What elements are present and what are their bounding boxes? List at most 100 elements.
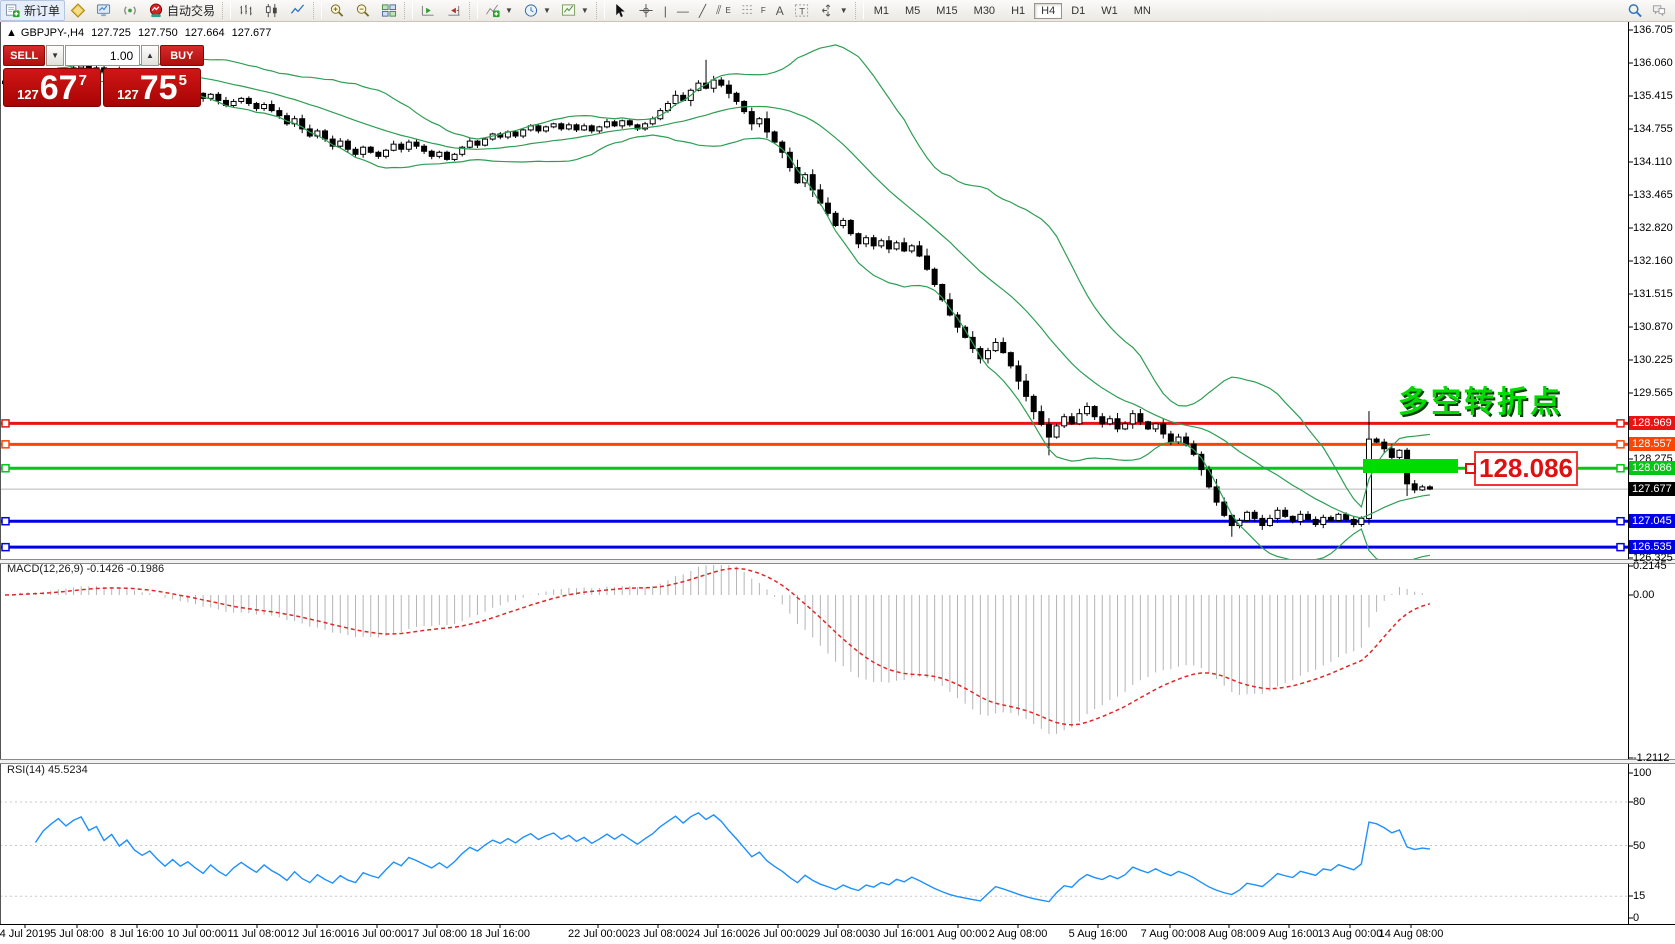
signal-icon bbox=[122, 3, 138, 18]
volume-decrease-button[interactable]: ▼ bbox=[46, 45, 63, 66]
horizontal-line-tool-button[interactable]: — bbox=[672, 0, 694, 21]
vertical-line-icon: | bbox=[664, 4, 667, 18]
auto-trading-icon bbox=[148, 3, 164, 18]
cursor-icon bbox=[612, 3, 628, 18]
search-icon[interactable] bbox=[1627, 3, 1643, 18]
candlestick-chart-button[interactable] bbox=[259, 0, 285, 21]
timeframe-button-M15[interactable]: M15 bbox=[929, 3, 964, 19]
bar-chart-button[interactable] bbox=[233, 0, 259, 21]
bar-chart-icon bbox=[238, 3, 254, 18]
bid-price-main: 127 bbox=[17, 87, 39, 102]
toolbar-separator bbox=[469, 2, 478, 19]
channel-sub-label: E bbox=[726, 6, 731, 15]
toolbar-separator bbox=[313, 2, 322, 19]
auto-trading-label: 自动交易 bbox=[167, 2, 215, 19]
mt4-window: 新订单 自动交易 ▼ ▼ ▼ | — ╱ bbox=[0, 0, 1675, 944]
volume-input[interactable]: 1.00 bbox=[65, 45, 140, 66]
label-tool-button[interactable]: T bbox=[789, 0, 815, 21]
pane-splitter-rsi[interactable] bbox=[0, 759, 1675, 764]
terminal-button[interactable] bbox=[91, 0, 117, 21]
horizontal-line-icon: — bbox=[677, 4, 689, 18]
volume-increase-button[interactable]: ▲ bbox=[141, 45, 158, 66]
pane-splitter-macd[interactable] bbox=[0, 559, 1675, 564]
timeframe-button-H1[interactable]: H1 bbox=[1004, 3, 1032, 19]
chart-shift-icon bbox=[420, 3, 436, 18]
timeframe-button-M30[interactable]: M30 bbox=[967, 3, 1002, 19]
channel-tool-button[interactable]: ⫽E bbox=[711, 0, 736, 21]
direction-up-icon: ▲ bbox=[6, 27, 17, 39]
templates-button[interactable]: ▼ bbox=[556, 0, 594, 21]
zoom-in-icon bbox=[329, 3, 345, 18]
ask-price-button[interactable]: 127 75 5 bbox=[103, 68, 201, 107]
new-order-label: 新订单 bbox=[24, 2, 60, 19]
template-icon bbox=[561, 3, 577, 18]
timeframe-button-M5[interactable]: M5 bbox=[898, 3, 927, 19]
line-chart-icon bbox=[290, 3, 306, 18]
zoom-out-button[interactable] bbox=[350, 0, 376, 21]
chinese-annotation: 多空转折点 bbox=[1398, 377, 1563, 421]
auto-trading-button[interactable]: 自动交易 bbox=[143, 0, 220, 21]
one-click-trading-panel: SELL ▼ 1.00 ▲ BUY 127 67 7 127 75 5 bbox=[3, 45, 204, 107]
ask-price-main: 127 bbox=[117, 87, 139, 102]
trendline-icon: ╱ bbox=[699, 4, 706, 18]
line-chart-button[interactable] bbox=[285, 0, 311, 21]
timeframe-group: M1M5M15M30H1H4D1W1MN bbox=[866, 3, 1159, 19]
signals-button[interactable] bbox=[117, 0, 143, 21]
new-order-icon bbox=[5, 3, 21, 18]
toolbar-separator bbox=[404, 2, 413, 19]
chevron-down-icon: ▼ bbox=[581, 6, 589, 15]
tile-windows-button[interactable] bbox=[376, 0, 402, 21]
cursor-tool-button[interactable] bbox=[607, 0, 633, 21]
ohlc-low: 127.664 bbox=[185, 27, 225, 39]
chart-shift-button[interactable] bbox=[415, 0, 441, 21]
chevron-down-icon: ▼ bbox=[543, 6, 551, 15]
trendline-tool-button[interactable]: ╱ bbox=[694, 0, 711, 21]
diamond-icon bbox=[70, 3, 86, 18]
buy-button[interactable]: BUY bbox=[160, 45, 204, 66]
symbol-period-label: GBPJPY-,H4 bbox=[21, 27, 84, 39]
toolbar-separator bbox=[222, 2, 231, 19]
auto-scroll-icon bbox=[446, 3, 462, 18]
timeframe-button-M1[interactable]: M1 bbox=[867, 3, 896, 19]
svg-text:T: T bbox=[799, 6, 805, 16]
text-icon: A bbox=[776, 4, 784, 18]
tile-windows-icon bbox=[381, 3, 397, 18]
new-order-button[interactable]: 新订单 bbox=[0, 0, 65, 21]
callout-anchor-square[interactable] bbox=[1465, 463, 1476, 474]
auto-scroll-button[interactable] bbox=[441, 0, 467, 21]
indicators-button[interactable]: ▼ bbox=[480, 0, 518, 21]
symbol-header: ▲GBPJPY-,H4 127.725 127.750 127.664 127.… bbox=[6, 27, 275, 39]
crosshair-icon bbox=[638, 3, 654, 18]
vertical-line-tool-button[interactable]: | bbox=[659, 0, 672, 21]
fibonacci-icon bbox=[741, 3, 757, 18]
chat-icon[interactable] bbox=[1651, 3, 1667, 18]
bid-price-button[interactable]: 127 67 7 bbox=[3, 68, 101, 107]
text-tool-button[interactable]: A bbox=[771, 0, 789, 21]
indicators-icon bbox=[485, 3, 501, 18]
channel-icon: ⫽ bbox=[716, 3, 721, 18]
fibonacci-sub-label: F bbox=[761, 6, 766, 15]
chart-canvas[interactable] bbox=[0, 0, 1675, 944]
bid-price-point: 7 bbox=[79, 72, 87, 89]
candlestick-chart-icon bbox=[264, 3, 280, 18]
zoom-out-icon bbox=[355, 3, 371, 18]
timeframe-button-W1[interactable]: W1 bbox=[1094, 3, 1125, 19]
fibonacci-tool-button[interactable]: F bbox=[736, 0, 771, 21]
periods-button[interactable]: ▼ bbox=[518, 0, 556, 21]
timeframe-button-D1[interactable]: D1 bbox=[1064, 3, 1092, 19]
text-label-icon: T bbox=[794, 3, 810, 18]
timeframe-button-MN[interactable]: MN bbox=[1127, 3, 1158, 19]
sell-button[interactable]: SELL bbox=[3, 45, 45, 66]
chevron-down-icon: ▼ bbox=[840, 6, 848, 15]
arrows-icon bbox=[820, 3, 836, 18]
monitor-icon bbox=[96, 3, 112, 18]
arrows-tool-button[interactable]: ▼ bbox=[815, 0, 853, 21]
zoom-in-button[interactable] bbox=[324, 0, 350, 21]
timeframe-button-H4[interactable]: H4 bbox=[1034, 3, 1062, 19]
price-callout-box[interactable]: 128.086 bbox=[1474, 451, 1578, 486]
crosshair-tool-button[interactable] bbox=[633, 0, 659, 21]
ask-price-pips: 75 bbox=[140, 71, 178, 105]
metaeditor-button[interactable] bbox=[65, 0, 91, 21]
toolbar-separator bbox=[596, 2, 605, 19]
ohlc-close: 127.677 bbox=[232, 27, 272, 39]
